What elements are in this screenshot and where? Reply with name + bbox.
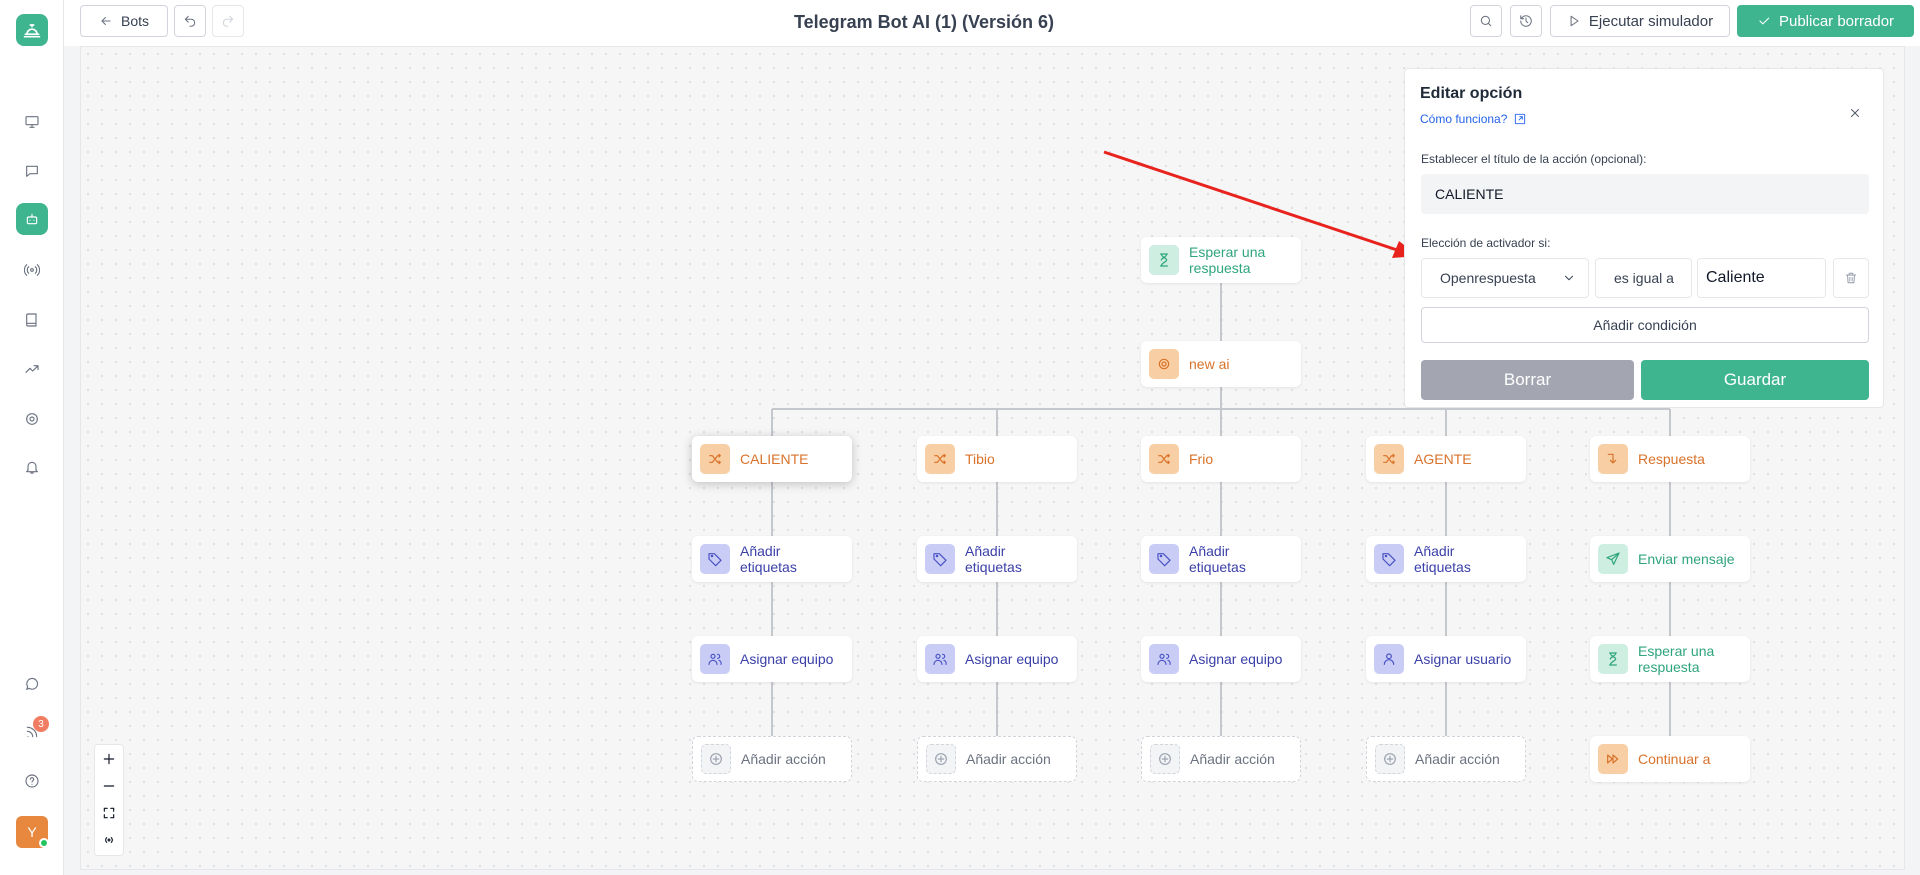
save-button[interactable]: Guardar bbox=[1641, 360, 1869, 400]
close-icon bbox=[1851, 109, 1859, 117]
edit-option-panel: Editar opción Cómo funciona? Establecer … bbox=[1404, 68, 1884, 408]
action-title-input[interactable]: CALIENTE bbox=[1421, 174, 1869, 214]
action-title-label: Establecer el título de la acción (opcio… bbox=[1421, 152, 1647, 166]
delete-condition-button[interactable] bbox=[1833, 258, 1869, 298]
trigger-label: Elección de activador si: bbox=[1421, 236, 1551, 250]
condition-operator-select[interactable]: es igual a bbox=[1595, 258, 1692, 298]
condition-operator-value: es igual a bbox=[1614, 270, 1674, 286]
panel-title: Editar opción bbox=[1420, 85, 1523, 102]
how-it-works-label: Cómo funciona? bbox=[1420, 112, 1508, 126]
condition-value-input[interactable]: Caliente bbox=[1697, 258, 1826, 298]
chevron-down-icon bbox=[1564, 275, 1574, 281]
add-condition-button[interactable]: Añadir condición bbox=[1421, 307, 1869, 343]
condition-field-select[interactable]: Openrespuesta bbox=[1421, 258, 1589, 298]
delete-button[interactable]: Borrar bbox=[1421, 360, 1634, 400]
trash-icon bbox=[1845, 272, 1857, 284]
external-link-icon bbox=[1515, 113, 1526, 125]
condition-field-value: Openrespuesta bbox=[1440, 270, 1536, 286]
condition-value-text: Caliente bbox=[1706, 269, 1765, 286]
close-button[interactable] bbox=[1845, 103, 1865, 123]
how-it-works-link[interactable]: Cómo funciona? bbox=[1420, 112, 1527, 126]
